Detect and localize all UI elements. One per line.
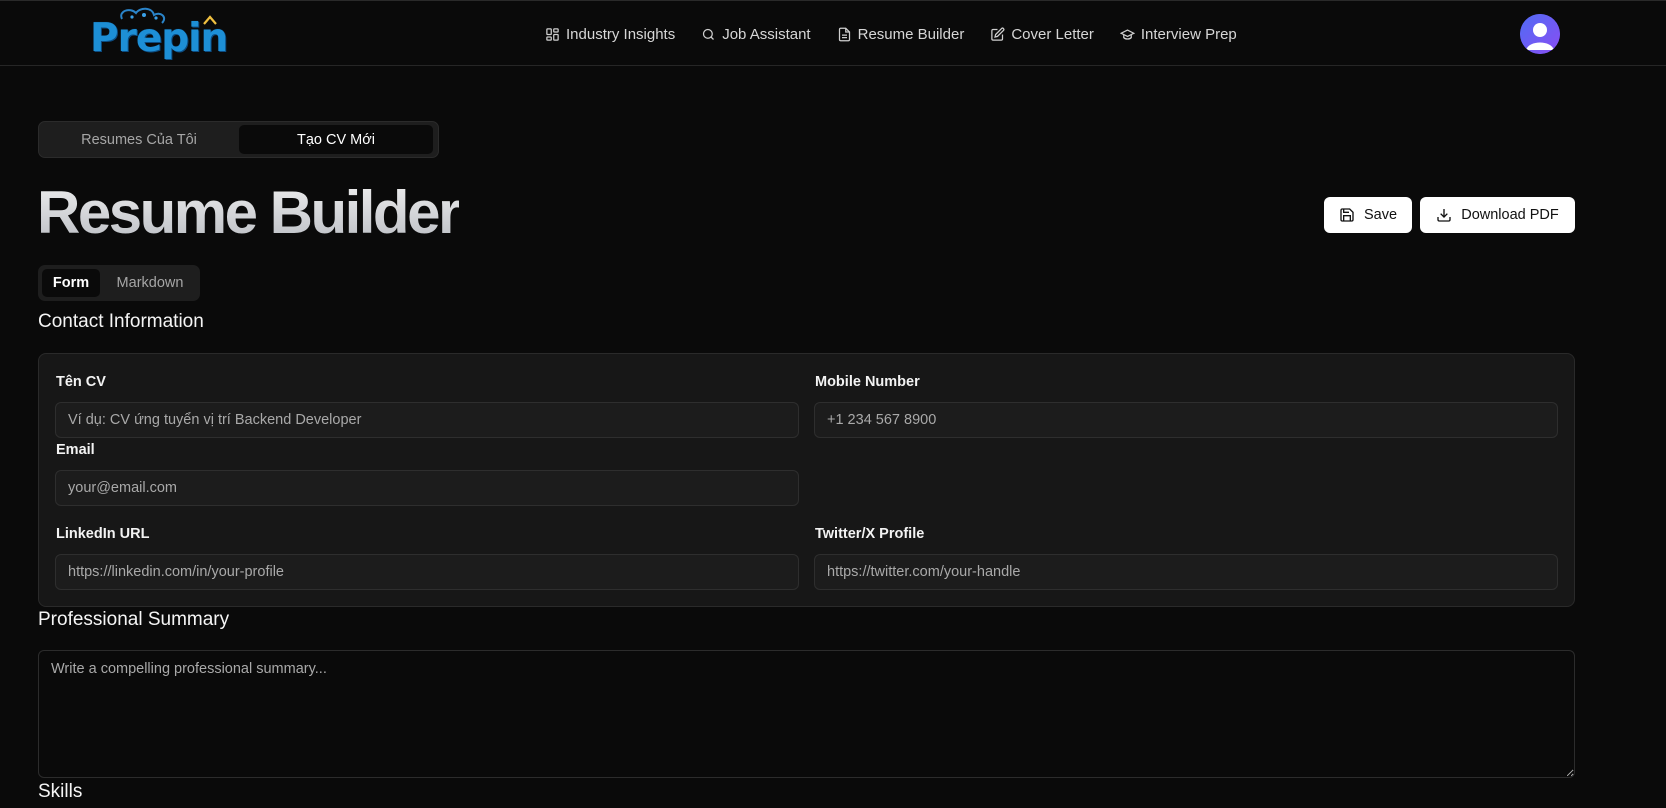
twitter-input[interactable]: [814, 554, 1558, 590]
main-nav: Industry Insights Job Assistant Resume B…: [545, 23, 1237, 45]
page-title: Resume Builder: [37, 179, 461, 246]
email-label: Email: [56, 442, 95, 458]
linkedin-label: LinkedIn URL: [56, 526, 150, 542]
nav-cover-letter[interactable]: Cover Letter: [990, 26, 1094, 43]
contact-card: Tên CV Mobile Number Email LinkedIn URL …: [38, 353, 1575, 607]
summary-section-title: Professional Summary: [38, 609, 230, 630]
user-avatar[interactable]: [1520, 14, 1560, 54]
save-button[interactable]: Save: [1324, 197, 1412, 233]
logo-hat-icon: [203, 15, 217, 25]
cv-name-input[interactable]: [55, 402, 799, 438]
top-navbar: Prepin Industry Insights Job Assistant R…: [0, 0, 1666, 66]
user-avatar-icon: [1520, 14, 1560, 54]
nav-job-assistant[interactable]: Job Assistant: [701, 25, 811, 43]
search-icon: [703, 28, 715, 40]
tab-markdown[interactable]: Markdown: [104, 269, 196, 297]
download-icon: [1437, 209, 1451, 222]
nav-label: Interview Prep: [1140, 25, 1237, 43]
email-input[interactable]: [55, 470, 799, 506]
save-icon: [1340, 208, 1354, 222]
prepin-logo[interactable]: Prepin: [90, 7, 230, 61]
summary-textarea[interactable]: [38, 650, 1575, 778]
nav-label: Resume Builder: [857, 25, 965, 43]
nav-resume-builder[interactable]: Resume Builder: [837, 25, 965, 43]
nav-interview-prep[interactable]: Interview Prep: [1119, 25, 1237, 43]
resume-tabs: Resumes Của Tôi Tạo CV Mới: [38, 121, 439, 158]
mobile-label: Mobile Number: [815, 374, 920, 390]
save-button-label: Save: [1363, 207, 1398, 223]
twitter-label: Twitter/X Profile: [815, 526, 925, 542]
document-icon: [838, 27, 850, 41]
skills-section-title: Skills: [38, 781, 83, 802]
mobile-input[interactable]: [814, 402, 1558, 438]
dashboard-icon: [546, 27, 559, 41]
cv-name-label: Tên CV: [56, 374, 106, 390]
pen-square-icon: [991, 27, 1005, 41]
tab-my-resumes[interactable]: Resumes Của Tôi: [42, 125, 236, 154]
tab-form[interactable]: Form: [42, 269, 100, 297]
linkedin-input[interactable]: [55, 554, 799, 590]
tab-new-cv[interactable]: Tạo CV Mới: [239, 125, 433, 154]
nav-label: Job Assistant: [722, 25, 811, 43]
nav-industry-insights[interactable]: Industry Insights: [545, 26, 675, 43]
nav-label: Cover Letter: [1011, 25, 1094, 43]
download-pdf-label: Download PDF: [1461, 207, 1559, 223]
nav-label: Industry Insights: [566, 25, 676, 43]
editor-mode-tabs: Form Markdown: [38, 265, 200, 301]
download-pdf-button[interactable]: Download PDF: [1420, 197, 1575, 233]
graduation-cap-icon: [1119, 28, 1135, 40]
contact-section-title: Contact Information: [38, 311, 204, 332]
